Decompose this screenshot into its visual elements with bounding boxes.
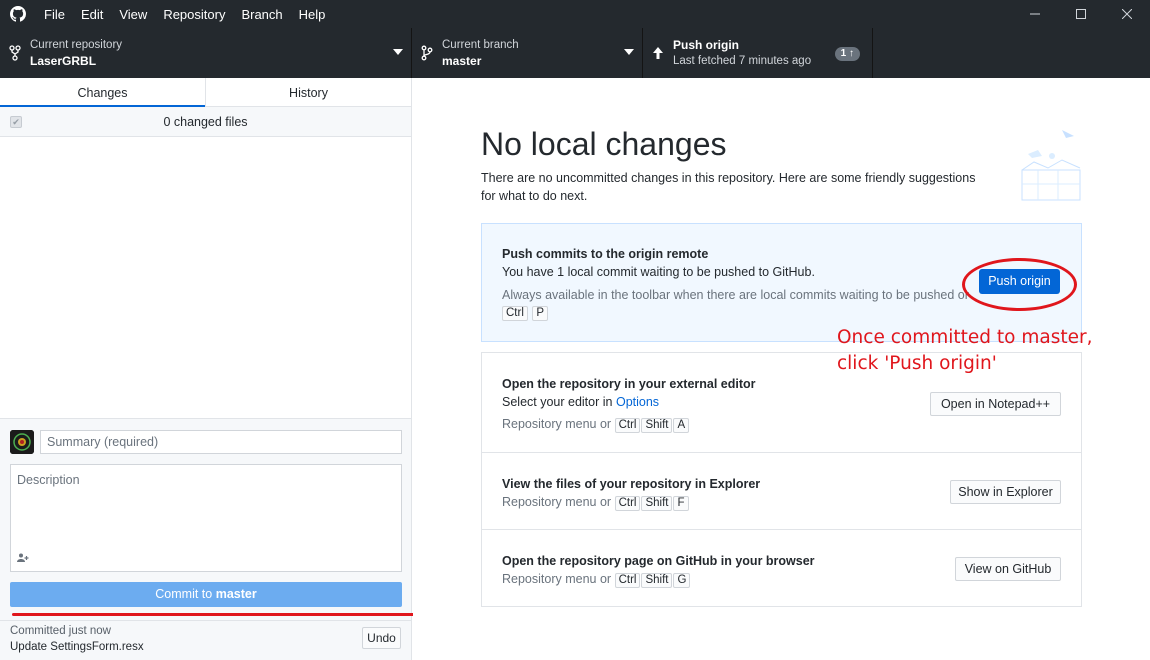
current-repository-button[interactable]: Current repository LaserGRBL [0,28,412,78]
description-placeholder: Description [17,473,80,487]
repo-icon [0,45,30,61]
ahead-count: 1 [840,48,847,59]
last-commit-time: Committed just now [10,625,111,637]
summary-input[interactable]: Summary (required) [40,430,402,454]
editor-menu-text: Repository menu or [502,417,612,431]
kbd-shift: Shift [641,573,673,588]
github-logo-icon [0,0,36,28]
tab-history[interactable]: History [205,78,411,106]
avatar [10,430,34,454]
sidebar: Changes History ✔ 0 changed files Summar… [0,78,424,660]
kbd-f: F [673,496,689,511]
kbd-p: P [532,306,549,321]
ahead-count-badge: 1 ↑ [834,47,860,61]
sidebar-tabs: Changes History [0,78,411,107]
select-all-checkbox[interactable]: ✔ [10,116,22,128]
menu-view[interactable]: View [111,0,155,28]
last-commit-message: Update SettingsForm.resx [10,641,144,653]
repo-label: Current repository [30,39,123,51]
last-fetched: Last fetched 7 minutes ago [673,55,812,67]
window-controls [1012,0,1150,28]
branch-label: Current branch [442,39,519,51]
branch-icon [412,45,442,61]
minimize-icon[interactable] [1012,0,1058,28]
kbd-ctrl: Ctrl [614,573,641,588]
menu-help[interactable]: Help [291,0,334,28]
add-coauthor-icon[interactable] [17,553,29,565]
explorer-title: View the files of your repository in Exp… [502,477,761,491]
push-title: Push origin [673,38,739,52]
page-title: No local changes [481,126,727,162]
suggestions-list: Open the repository in your external edi… [481,352,1082,607]
kbd-shift: Shift [641,496,673,511]
repo-name: LaserGRBL [30,54,97,68]
explorer-shortcut: Repository menu or Ctrl Shift F [502,495,690,511]
push-card-hint: Always available in the toolbar when the… [502,288,969,302]
explorer-suggestion: View the files of your repository in Exp… [482,452,1081,529]
changes-header: ✔ 0 changed files [0,107,411,137]
editor-text-prefix: Select your editor in [502,395,613,409]
kbd-ctrl: Ctrl [502,306,528,321]
menu-bar: File Edit View Repository Branch Help [36,0,333,28]
github-title: Open the repository page on GitHub in yo… [502,554,815,568]
title-bar: File Edit View Repository Branch Help [0,0,1150,28]
annotation-ellipse [962,258,1077,311]
empty-state-illustration-icon [1008,126,1088,206]
undo-button[interactable]: Undo [362,627,401,649]
changed-files-count: 0 changed files [163,114,248,129]
current-branch-button[interactable]: Current branch master [412,28,643,78]
open-editor-button[interactable]: Open in Notepad++ [930,392,1061,416]
push-card-shortcut: Ctrl P [502,305,549,321]
commit-area: Summary (required) Description Commit to… [0,418,424,660]
options-link[interactable]: Options [616,395,659,409]
show-in-explorer-button[interactable]: Show in Explorer [950,480,1061,504]
explorer-menu-text: Repository menu or [502,495,612,509]
page-subtitle: There are no uncommitted changes in this… [481,171,976,203]
annotation-underline [12,613,424,616]
kbd-ctrl: Ctrl [614,496,641,511]
description-input[interactable]: Description [10,464,402,572]
kbd-ctrl: Ctrl [614,418,641,433]
chevron-down-icon [393,49,403,55]
github-suggestion: Open the repository page on GitHub in yo… [482,529,1081,606]
commit-branch: master [215,587,257,601]
arrow-up-small-icon: ↑ [849,48,854,59]
arrow-up-icon [643,47,673,59]
close-icon[interactable] [1104,0,1150,28]
menu-branch[interactable]: Branch [233,0,290,28]
kbd-g: G [673,573,691,588]
github-menu-text: Repository menu or [502,572,612,586]
branch-name: master [442,54,482,68]
main-panel: No local changes There are no uncommitte… [413,78,1150,660]
view-on-github-button[interactable]: View on GitHub [955,557,1061,581]
kbd-a: A [673,418,690,433]
commit-prefix: Commit to [155,587,213,601]
maximize-icon[interactable] [1058,0,1104,28]
menu-repository[interactable]: Repository [155,0,233,28]
commit-button[interactable]: Commit to master [10,582,402,607]
editor-shortcut: Repository menu or Ctrl Shift A [502,417,690,433]
tab-changes[interactable]: Changes [0,78,205,107]
toolbar: Current repository LaserGRBL Current bra… [0,28,1150,78]
last-commit: Committed just now Update SettingsForm.r… [0,620,411,660]
kbd-shift: Shift [641,418,673,433]
github-shortcut: Repository menu or Ctrl Shift G [502,572,691,588]
menu-edit[interactable]: Edit [73,0,111,28]
menu-file[interactable]: File [36,0,73,28]
chevron-down-icon [624,49,634,55]
annotation-text: Once committed to master, click 'Push or… [837,327,1093,374]
push-origin-toolbar-button[interactable]: Push origin Last fetched 7 minutes ago 1… [643,28,873,78]
push-card-title: Push commits to the origin remote [502,247,709,261]
editor-text: Select your editor in Options [502,395,659,409]
push-card-text: You have 1 local commit waiting to be pu… [502,265,815,279]
editor-title: Open the repository in your external edi… [502,377,756,391]
